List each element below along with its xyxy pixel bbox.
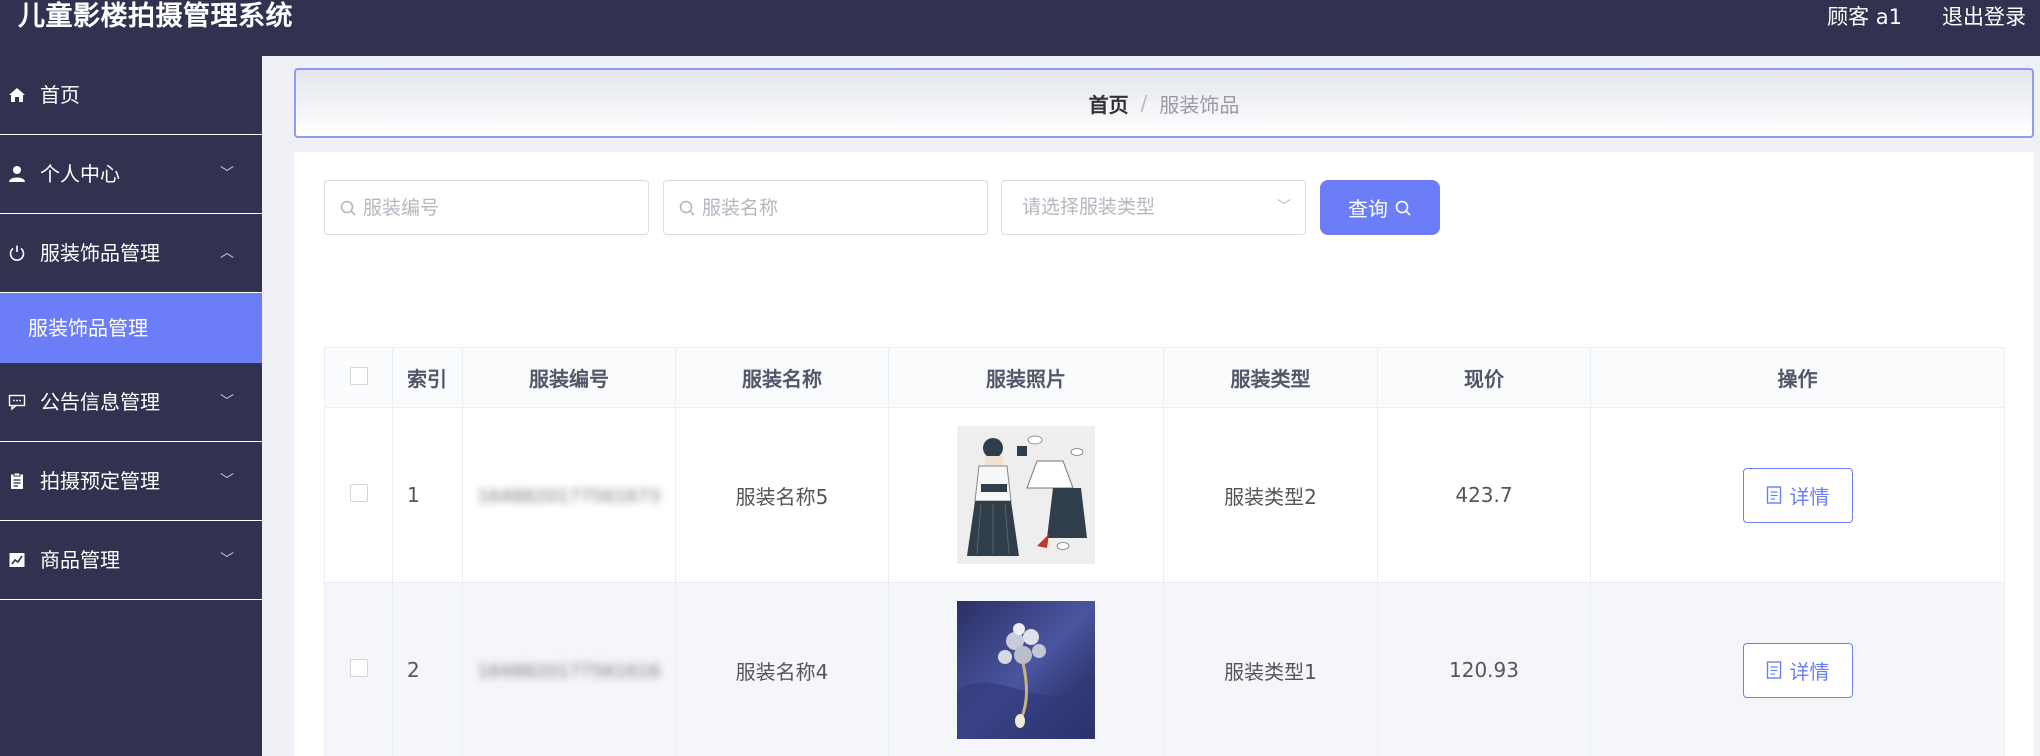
chevron-up-icon: ︿ [220, 245, 234, 261]
detail-button[interactable]: 详情 [1742, 642, 1853, 698]
row-code-cell: 1648820177561616 [462, 582, 676, 756]
row-price: 423.7 [1377, 407, 1591, 583]
message-icon [7, 363, 27, 441]
row-type: 服装类型1 [1163, 582, 1378, 756]
detail-button[interactable]: 详情 [1742, 467, 1853, 523]
search-icon [340, 200, 356, 216]
costume-table: 索引 服装编号 服装名称 服装照片 服装类型 现价 操作 1 164882017… [324, 347, 2005, 756]
sidebar-subitem-costume-management[interactable]: 服装饰品管理 [0, 293, 262, 363]
sidebar-item-label: 商品管理 [40, 548, 120, 572]
sidebar-item-label: 公告信息管理 [40, 390, 160, 414]
column-header-photo: 服装照片 [888, 347, 1164, 408]
query-label: 查询 [1348, 199, 1388, 221]
breadcrumb: 首页 / 服装饰品 [294, 68, 2034, 138]
row-index: 2 [392, 582, 463, 756]
row-checkbox[interactable] [349, 659, 368, 677]
chevron-down-icon: ﹀ [220, 552, 234, 568]
select-all-checkbox[interactable] [349, 366, 368, 385]
document-icon [1766, 661, 1781, 679]
home-icon [7, 56, 27, 134]
query-button[interactable]: 查询 [1320, 180, 1440, 235]
chevron-down-icon: ﹀ [220, 166, 234, 182]
column-header-index: 索引 [392, 347, 463, 408]
chevron-down-icon: ﹀ [220, 473, 234, 489]
row-actions-cell: 详情 [1590, 582, 2005, 756]
row-actions-cell: 详情 [1590, 407, 2005, 583]
column-header-name: 服装名称 [675, 347, 889, 408]
logout-link[interactable]: 退出登录 [1942, 0, 2026, 34]
row-select-cell [324, 407, 393, 583]
column-header-price: 现价 [1377, 347, 1591, 408]
chevron-down-icon: ﹀ [220, 394, 234, 410]
costume-photo-brooch [957, 601, 1095, 739]
row-type: 服装类型2 [1163, 407, 1378, 583]
row-name: 服装名称5 [675, 407, 889, 583]
table-row: 1 1648820177561673 服装名称5 服装类型2 423.7 详情 [324, 407, 2005, 583]
sidebar-item-personal-center[interactable]: 个人中心 ﹀ [0, 135, 262, 214]
column-header-actions: 操作 [1590, 347, 2005, 408]
top-bar: 儿童影楼拍摄管理系统 顾客 a1 退出登录 [0, 0, 2040, 56]
row-code: 1648820177561616 [477, 661, 661, 682]
row-code: 1648820177561673 [477, 486, 661, 507]
row-name: 服装名称4 [675, 582, 889, 756]
costume-code-input[interactable] [363, 196, 563, 219]
costume-code-field[interactable] [324, 180, 649, 235]
sidebar-item-product-management[interactable]: 商品管理 ﹀ [0, 521, 262, 600]
user-name: 顾客 a1 [1827, 5, 1902, 29]
table-header-row: 索引 服装编号 服装名称 服装照片 服装类型 现价 操作 [324, 347, 2005, 408]
sidebar-item-label: 服装饰品管理 [40, 241, 160, 265]
row-index: 1 [392, 407, 463, 583]
clipboard-icon [7, 442, 27, 520]
content-panel: 请选择服装类型 ﹀ 查询 索引 服装编号 服装名称 服装照片 服装类型 现价 [294, 152, 2034, 756]
breadcrumb-current: 服装饰品 [1159, 92, 1240, 117]
detail-label: 详情 [1789, 659, 1830, 684]
document-icon [1766, 486, 1781, 504]
sidebar-item-label: 拍摄预定管理 [40, 469, 160, 493]
costume-type-select[interactable]: 请选择服装类型 ﹀ [1001, 180, 1306, 235]
row-photo-cell [888, 407, 1164, 583]
sidebar: 首页 个人中心 ﹀ 服装饰品管理 ︿ 服装饰品管理 公告信息管理 ﹀ 拍摄预定管… [0, 56, 262, 756]
costume-name-field[interactable] [663, 180, 988, 235]
breadcrumb-separator: / [1140, 91, 1148, 115]
row-checkbox[interactable] [349, 484, 368, 502]
column-header-code: 服装编号 [462, 347, 676, 408]
sidebar-subitem-label: 服装饰品管理 [28, 316, 148, 340]
search-icon [1395, 200, 1411, 216]
sidebar-item-label: 首页 [40, 83, 80, 107]
app-title: 儿童影楼拍摄管理系统 [18, 1, 293, 32]
sidebar-item-label: 个人中心 [40, 162, 120, 186]
detail-label: 详情 [1789, 484, 1830, 509]
row-select-cell [324, 582, 393, 756]
chart-icon [7, 521, 27, 599]
costume-photo-hanfu [957, 426, 1095, 564]
row-photo-cell [888, 582, 1164, 756]
select-placeholder: 请选择服装类型 [1022, 196, 1156, 218]
sidebar-item-booking-management[interactable]: 拍摄预定管理 ﹀ [0, 442, 262, 521]
costume-name-input[interactable] [702, 196, 902, 219]
sidebar-item-notice-management[interactable]: 公告信息管理 ﹀ [0, 363, 262, 442]
user-icon [7, 135, 27, 213]
chevron-down-icon: ﹀ [1277, 199, 1291, 215]
row-code-cell: 1648820177561673 [462, 407, 676, 583]
table-row: 2 1648820177561616 服装名称4 服装类型1 120.93 详情 [324, 582, 2005, 756]
column-header-type: 服装类型 [1163, 347, 1378, 408]
sidebar-item-costume-management[interactable]: 服装饰品管理 ︿ [0, 214, 262, 293]
search-icon [679, 200, 695, 216]
power-icon [7, 214, 27, 292]
sidebar-item-home[interactable]: 首页 [0, 56, 262, 135]
select-all-cell [324, 347, 393, 408]
breadcrumb-home[interactable]: 首页 [1089, 89, 1129, 118]
row-price: 120.93 [1377, 582, 1591, 756]
main-area: 首页 / 服装饰品 请选择服装类型 ﹀ 查询 [262, 56, 2040, 756]
